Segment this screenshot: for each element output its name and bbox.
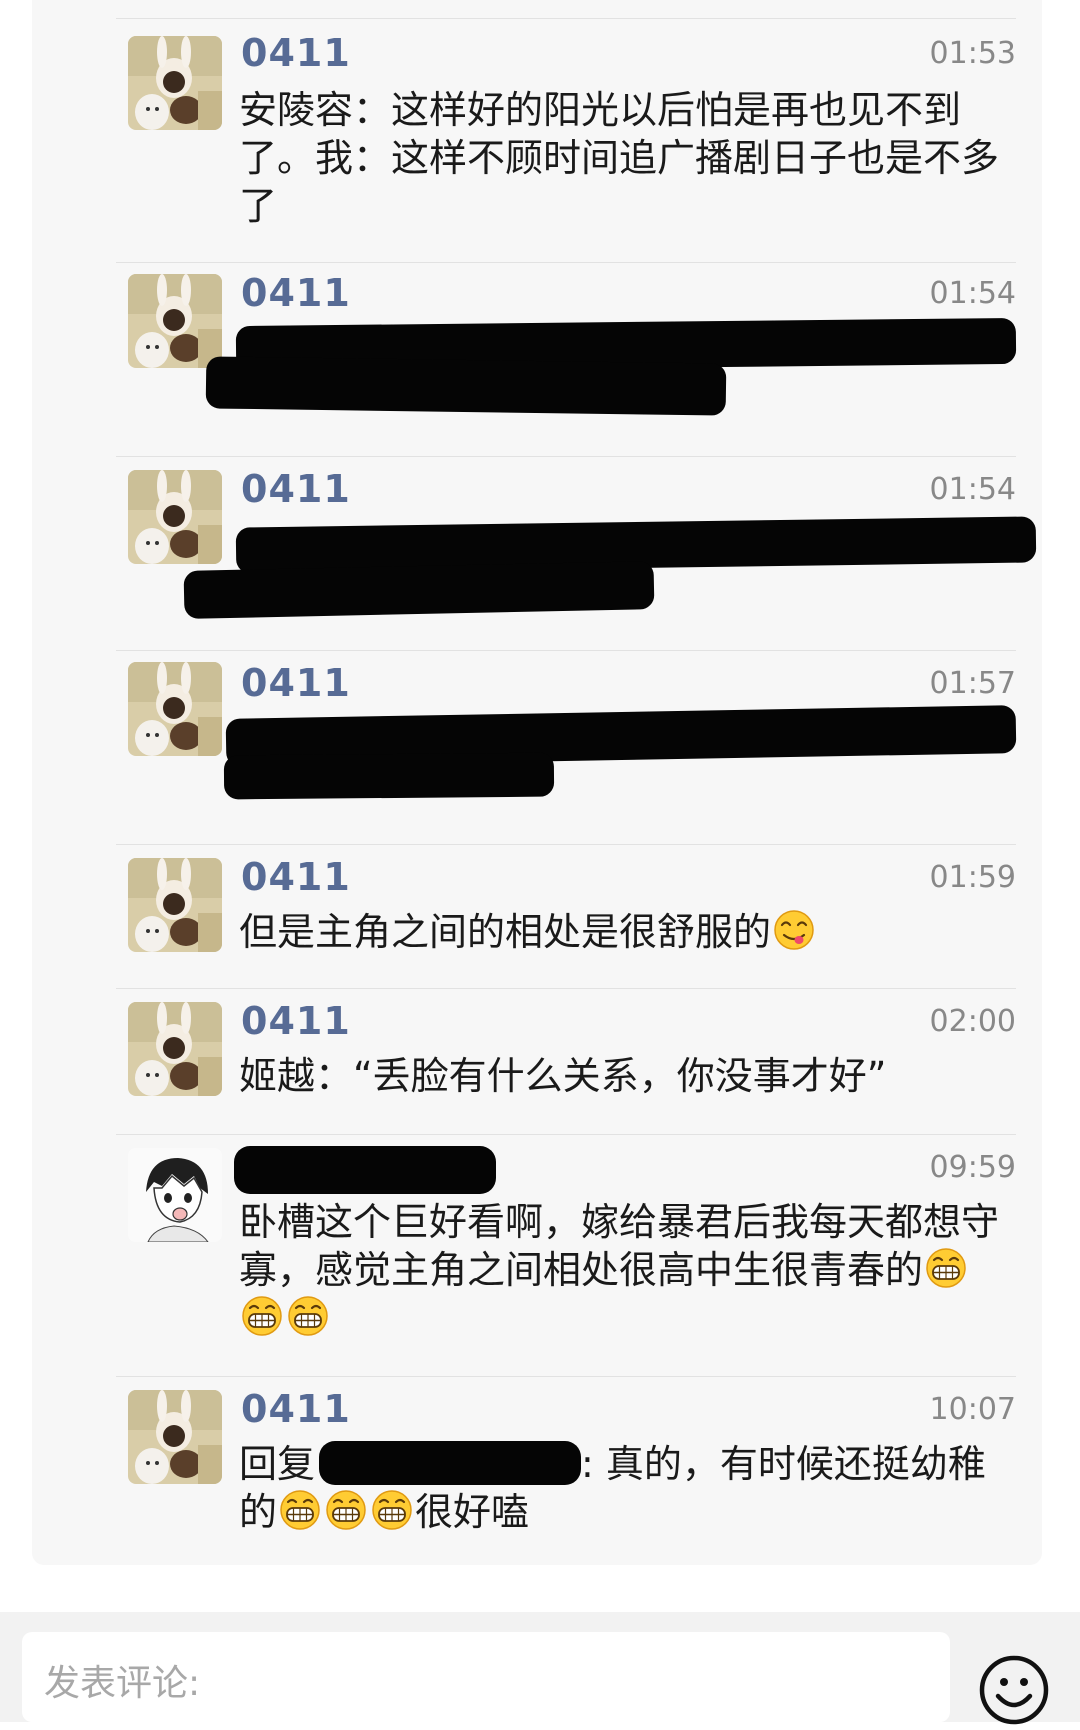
avatar[interactable] <box>128 662 222 756</box>
comment-time: 01:54 <box>929 276 1016 311</box>
avatar[interactable] <box>128 470 222 564</box>
divider <box>116 1376 1016 1377</box>
comment-text: 但是主角之间的相处是很舒服的 <box>239 908 1014 956</box>
comment-author[interactable]: 0411 <box>241 1386 351 1432</box>
divider <box>116 18 1016 19</box>
comment-text-content: 的 <box>239 1490 278 1534</box>
reply-text: : 真的，有时候还挺幼稚 <box>581 1442 986 1486</box>
comment-time: 01:54 <box>929 472 1016 507</box>
comment-text: 姬越：“丢脸有什么关系，你没事才好” <box>239 1054 887 1098</box>
comment-author[interactable]: 0411 <box>241 270 351 316</box>
divider <box>116 988 1016 989</box>
comment-author[interactable]: 0411 <box>241 660 351 706</box>
comment-time: 02:00 <box>929 1004 1016 1039</box>
reply-prefix: 回复 <box>239 1442 316 1486</box>
grinning-face-icon <box>371 1489 413 1531</box>
comment-time: 01:57 <box>929 666 1016 701</box>
comment-text: 卧槽这个巨好看啊，嫁给暴君后我每天都想守寡，感觉主角之间相处很高中生很青春的 <box>239 1198 1014 1342</box>
comment-input-bar: 发表评论: <box>0 1612 1080 1725</box>
redaction-mark <box>223 752 555 800</box>
divider <box>116 1134 1016 1135</box>
avatar[interactable] <box>128 274 222 368</box>
yum-face-icon <box>773 909 815 951</box>
smiley-face-icon[interactable] <box>978 1654 1050 1726</box>
redaction-mark <box>319 1441 582 1485</box>
comment-time: 01:53 <box>929 36 1016 71</box>
divider <box>116 650 1016 651</box>
grinning-face-icon <box>287 1295 329 1337</box>
input-placeholder: 发表评论: <box>44 1663 201 1704</box>
comment-text-content: 但是主角之间的相处是很舒服的 <box>239 910 772 954</box>
comment-author[interactable]: 0411 <box>241 30 351 76</box>
comment-text-content: 很好嗑 <box>415 1490 530 1534</box>
avatar[interactable] <box>128 858 222 952</box>
comment-time: 10:07 <box>929 1392 1016 1427</box>
redaction-mark <box>205 356 727 416</box>
avatar[interactable] <box>128 1390 222 1484</box>
comment-time: 01:59 <box>929 860 1016 895</box>
comment-author[interactable]: 0411 <box>241 998 351 1044</box>
comment-text: 安陵容：这样好的阳光以后怕是再也见不到了。我：这样不顾时间追广播剧日子也是不多了 <box>239 88 1000 228</box>
divider <box>116 262 1016 263</box>
grinning-face-icon <box>925 1247 967 1289</box>
comment-author[interactable]: 0411 <box>241 854 351 900</box>
redaction-mark <box>234 1146 496 1194</box>
grinning-face-icon <box>325 1489 367 1531</box>
comments-panel: 0411 01:53 安陵容：这样好的阳光以后怕是再也见不到了。我：这样不顾时间… <box>32 0 1042 1565</box>
redaction-mark <box>183 561 655 619</box>
divider <box>116 844 1016 845</box>
avatar[interactable] <box>128 1148 222 1242</box>
avatar[interactable] <box>128 1002 222 1096</box>
reply-line: 的 很好嗑 <box>239 1488 1014 1536</box>
comment-text: 回复 : 真的，有时候还挺幼稚 的 很好嗑 <box>239 1440 1014 1536</box>
grinning-face-icon <box>279 1489 321 1531</box>
comment-time: 09:59 <box>929 1150 1016 1185</box>
divider <box>116 456 1016 457</box>
comment-text-content: 卧槽这个巨好看啊，嫁给暴君后我每天都想守寡，感觉主角之间相处很高中生很青春的 <box>239 1200 1000 1292</box>
grinning-face-icon <box>241 1295 283 1337</box>
comment-input[interactable]: 发表评论: <box>22 1632 950 1722</box>
comment-author[interactable]: 0411 <box>241 466 351 512</box>
reply-line: 回复 : 真的，有时候还挺幼稚 <box>239 1440 1014 1488</box>
avatar[interactable] <box>128 36 222 130</box>
